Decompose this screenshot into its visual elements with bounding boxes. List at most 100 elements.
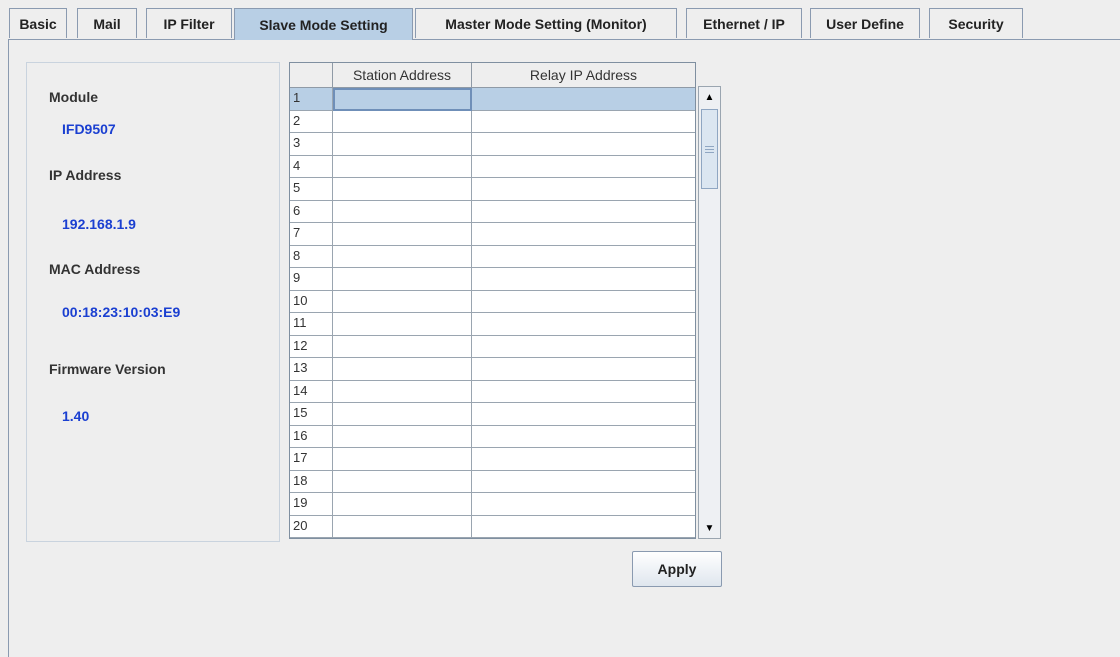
station-address-cell[interactable]: [333, 425, 472, 448]
relay-ip-address-cell[interactable]: [472, 448, 695, 471]
station-address-cell[interactable]: [333, 403, 472, 426]
table-row[interactable]: 15: [290, 403, 695, 426]
tab-ip-filter[interactable]: IP Filter: [146, 8, 232, 38]
table-row[interactable]: 4: [290, 155, 695, 178]
table-row[interactable]: 2: [290, 110, 695, 133]
arrow-down-icon[interactable]: ▼: [699, 518, 720, 538]
station-address-cell[interactable]: [333, 133, 472, 156]
relay-ip-address-cell[interactable]: [472, 178, 695, 201]
row-index-cell: 20: [290, 515, 333, 538]
relay-ip-address-cell[interactable]: [472, 336, 695, 358]
station-address-cell[interactable]: [333, 245, 472, 268]
table-row[interactable]: 19: [290, 493, 695, 516]
row-index-cell: 17: [290, 448, 333, 471]
relay-ip-address-cell[interactable]: [472, 246, 695, 268]
panel-border: [8, 40, 9, 657]
station-address-cell[interactable]: [333, 290, 472, 313]
column-header-relay-ip-address[interactable]: Relay IP Address: [472, 63, 695, 87]
table-row[interactable]: 18: [290, 470, 695, 493]
row-index-cell: 7: [290, 223, 333, 246]
mac-address-value: 00:18:23:10:03:E9: [62, 304, 181, 320]
tab-divider: [8, 39, 1120, 40]
station-address-cell[interactable]: [333, 178, 472, 201]
table-row[interactable]: 8: [290, 245, 695, 268]
row-index-cell: 19: [290, 493, 333, 516]
station-address-cell[interactable]: [333, 200, 472, 223]
relay-ip-address-cell[interactable]: [472, 426, 695, 448]
station-address-cell[interactable]: [333, 110, 472, 133]
table-row[interactable]: 14: [290, 380, 695, 403]
table-row[interactable]: 5: [290, 178, 695, 201]
station-address-cell[interactable]: [333, 493, 472, 516]
station-address-cell[interactable]: [333, 313, 472, 336]
row-index-cell: 13: [290, 358, 333, 381]
station-address-cell[interactable]: [333, 538, 472, 539]
table-row[interactable]: 1: [290, 88, 695, 111]
relay-ip-address-cell[interactable]: [472, 403, 695, 426]
row-index-cell: 15: [290, 403, 333, 426]
row-index-cell: 9: [290, 268, 333, 291]
table-row[interactable]: 16: [290, 425, 695, 448]
relay-ip-address-cell[interactable]: [472, 291, 695, 313]
relay-ip-address-cell[interactable]: [472, 538, 696, 539]
tab-slave-mode-setting[interactable]: Slave Mode Setting: [234, 8, 413, 40]
column-header-index: [290, 63, 333, 87]
relay-ip-address-cell[interactable]: [472, 111, 695, 133]
tab-mail[interactable]: Mail: [77, 8, 137, 38]
relay-ip-address-cell[interactable]: [472, 156, 695, 178]
relay-ip-address-cell[interactable]: [472, 516, 695, 538]
relay-ip-address-cell[interactable]: [472, 381, 695, 403]
station-address-cell[interactable]: [333, 380, 472, 403]
relay-ip-address-cell[interactable]: [472, 471, 695, 493]
table-row[interactable]: 3: [290, 133, 695, 156]
table-row[interactable]: 20: [290, 515, 695, 538]
relay-ip-address-cell[interactable]: [472, 223, 695, 246]
relay-ip-address-cell[interactable]: [472, 268, 695, 291]
relay-ip-address-cell[interactable]: [472, 313, 695, 336]
table-row[interactable]: 17: [290, 448, 695, 471]
row-index-cell: 18: [290, 470, 333, 493]
row-index-cell: 2: [290, 110, 333, 133]
column-header-station-address[interactable]: Station Address: [333, 63, 472, 87]
tab-basic[interactable]: Basic: [9, 8, 67, 38]
row-index-cell: 6: [290, 200, 333, 223]
station-address-cell[interactable]: [333, 88, 472, 111]
table-row[interactable]: 13: [290, 358, 695, 381]
apply-button[interactable]: Apply: [632, 551, 722, 587]
device-info-panel: Module IFD9507 IP Address 192.168.1.9 MA…: [26, 62, 280, 542]
table-row[interactable]: 6: [290, 200, 695, 223]
scroll-thumb[interactable]: [701, 109, 718, 189]
table-row[interactable]: 7: [290, 223, 695, 246]
station-address-cell[interactable]: [333, 470, 472, 493]
relay-ip-address-cell[interactable]: [472, 358, 695, 381]
tab-security[interactable]: Security: [929, 8, 1023, 38]
tab-user-define[interactable]: User Define: [810, 8, 920, 38]
table-row[interactable]: 11: [290, 313, 695, 336]
relay-ip-address-cell[interactable]: [472, 88, 695, 111]
tab-master-mode-setting[interactable]: Master Mode Setting (Monitor): [415, 8, 677, 38]
tab-ethernet-ip[interactable]: Ethernet / IP: [686, 8, 802, 38]
station-address-cell[interactable]: [333, 268, 472, 291]
row-index-cell: 5: [290, 178, 333, 201]
table-scrollbar[interactable]: ▲ ▼: [698, 86, 721, 539]
table-header: Station Address Relay IP Address: [290, 63, 695, 88]
station-address-cell[interactable]: [333, 335, 472, 358]
table-row[interactable]: 10: [290, 290, 695, 313]
station-address-cell[interactable]: [333, 448, 472, 471]
relay-ip-address-cell[interactable]: [472, 201, 695, 223]
tab-bar: Basic Mail IP Filter Slave Mode Setting …: [0, 0, 1120, 40]
table-row[interactable]: 21: [290, 538, 695, 539]
grip-icon: [705, 145, 714, 153]
table-row[interactable]: 12: [290, 335, 695, 358]
table-row[interactable]: 9: [290, 268, 695, 291]
firmware-version-label: Firmware Version: [49, 361, 166, 377]
station-address-cell[interactable]: [333, 155, 472, 178]
relay-ip-address-cell[interactable]: [472, 133, 695, 156]
arrow-up-icon[interactable]: ▲: [699, 87, 720, 107]
station-address-cell[interactable]: [333, 515, 472, 538]
relay-ip-address-cell[interactable]: [472, 493, 695, 516]
station-address-cell[interactable]: [333, 358, 472, 381]
ip-address-value: 192.168.1.9: [62, 216, 136, 232]
row-index-cell: 8: [290, 245, 333, 268]
station-address-cell[interactable]: [333, 223, 472, 246]
